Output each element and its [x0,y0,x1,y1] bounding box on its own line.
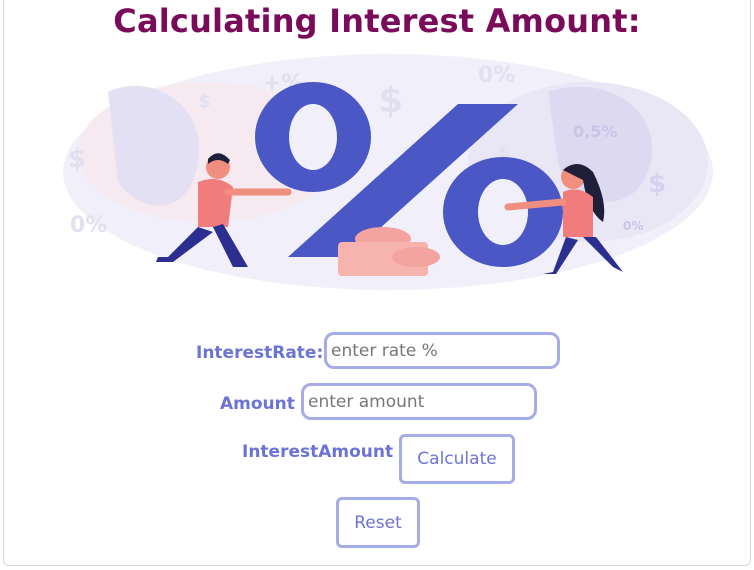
amount-input[interactable] [301,383,537,420]
calculate-button[interactable]: Calculate [399,434,515,484]
svg-text:$: $ [648,169,666,199]
svg-text:$: $ [198,91,211,112]
decor-text: 0,5% [573,122,617,141]
decor-text: 0% [478,63,515,88]
interest-amount-label: InterestAmount [242,442,394,462]
interest-illustration: +% 0% 0,5% 0% 0% $ $ $ $ $ [63,54,713,290]
interest-rate-label: InterestRate: [196,343,324,363]
decor-text: 0% [70,213,107,238]
reset-button[interactable]: Reset [336,497,420,548]
decor-text: 0% [623,219,643,233]
page-title: Calculating Interest Amount: [113,2,641,40]
amount-label: Amount [220,394,295,414]
interest-rate-input[interactable] [324,332,560,369]
svg-text:$: $ [378,80,403,121]
calculator-card: Calculating Interest Amount: +% 0% 0,5% … [3,0,751,566]
svg-text:$: $ [68,144,86,174]
